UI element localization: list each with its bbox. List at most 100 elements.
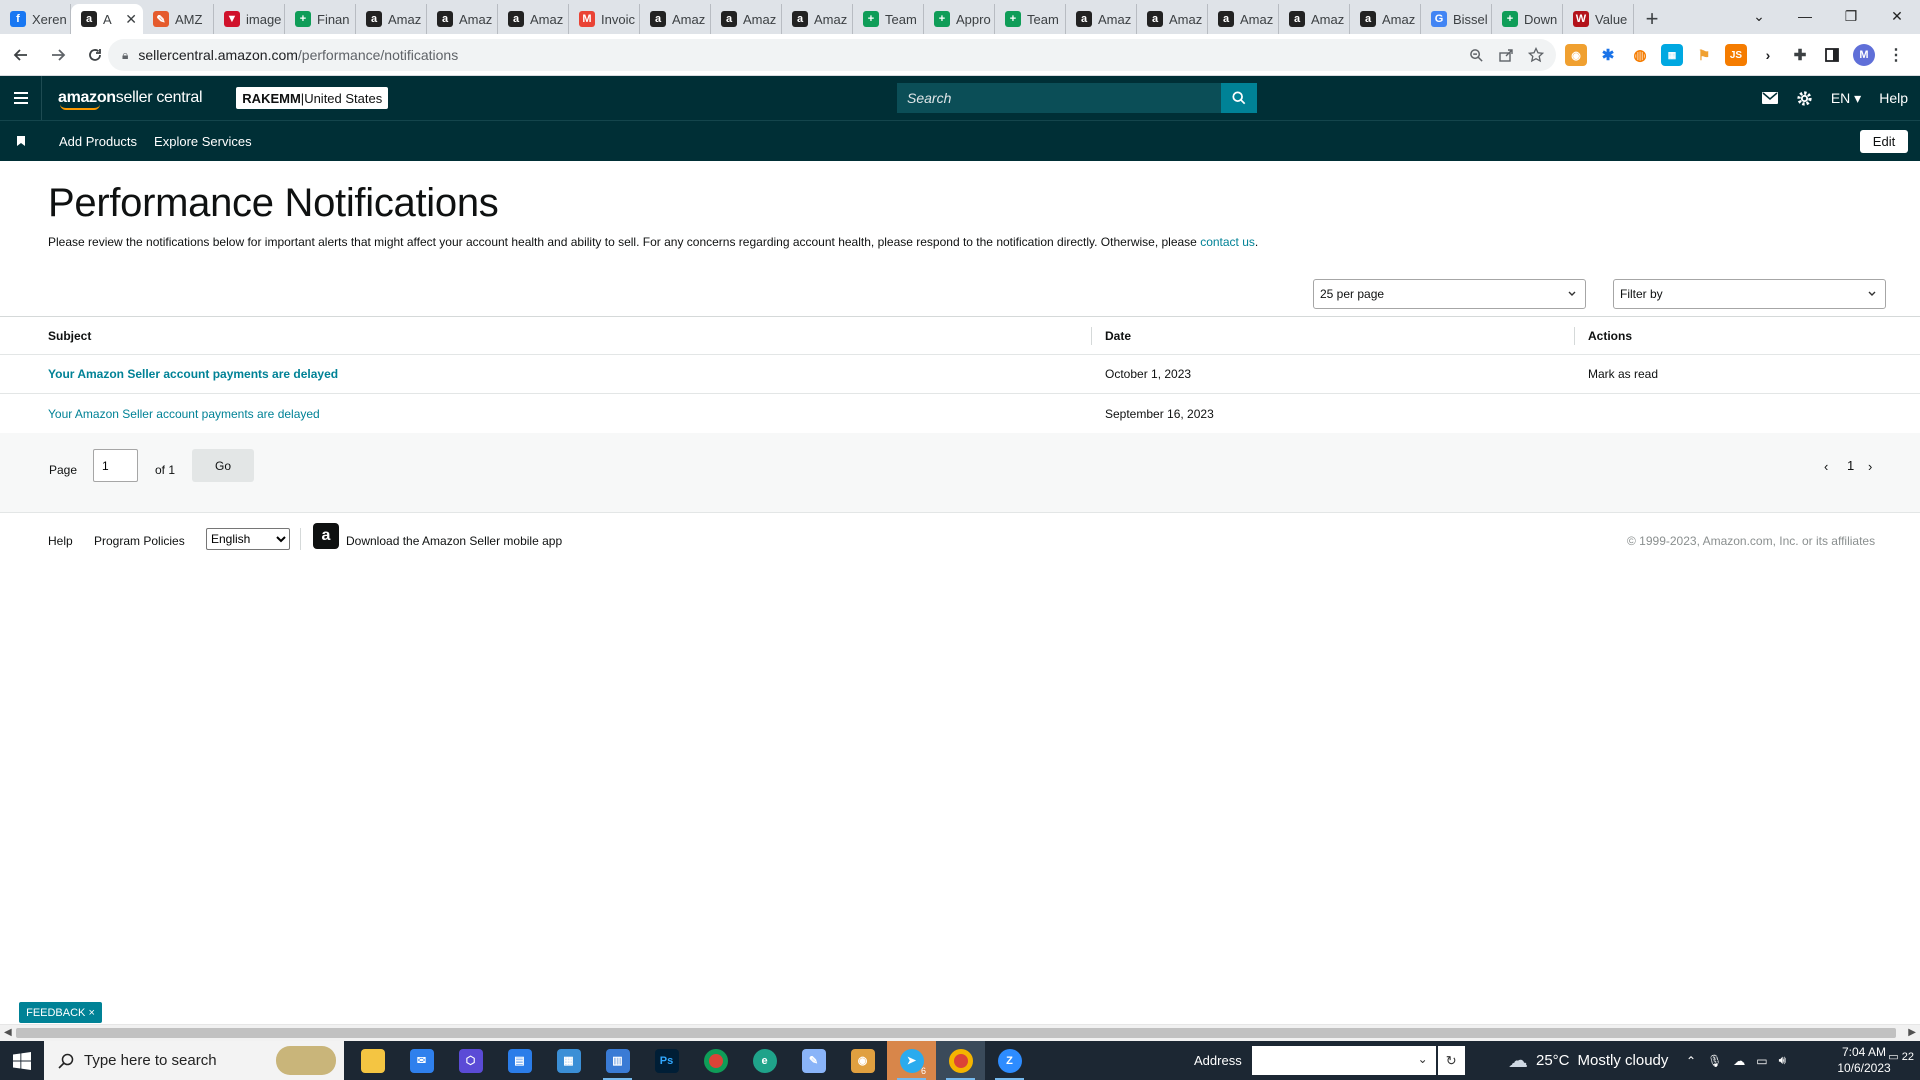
tab-close-icon[interactable]: ✕ [125,11,137,28]
notepad-icon[interactable]: ✎ [789,1041,838,1080]
hamburger-menu-icon[interactable] [0,76,42,120]
footer-program-policies-link[interactable]: Program Policies [94,534,185,548]
browser-menu-icon[interactable]: ⋮ [1885,44,1907,66]
browser-tab[interactable]: a Amaz [498,4,569,34]
extension-icon[interactable]: › [1757,44,1779,66]
minimize-button[interactable]: — [1782,0,1828,32]
extension-icon[interactable]: JS [1725,44,1747,66]
extension-icon[interactable]: ◉ [1565,44,1587,66]
bookmark-star-icon[interactable] [1528,47,1544,63]
browser-tab[interactable]: ✎ AMZ [143,4,214,34]
help-link[interactable]: Help [1879,90,1908,106]
scroll-right-icon[interactable]: ▶ [1908,1027,1916,1038]
calculator-icon[interactable]: ▥ [593,1041,642,1080]
scrollbar-thumb[interactable] [16,1028,1896,1038]
browser-tab[interactable]: a Amaz [1350,4,1421,34]
side-panel-icon[interactable] [1821,44,1843,66]
browser-tab[interactable]: a Amaz [640,4,711,34]
microphone-icon[interactable]: 🎙︎ [1707,1054,1722,1068]
account-switcher[interactable]: RAKEMM | United States [236,87,389,109]
restore-button[interactable]: ❐ [1828,0,1874,32]
notification-subject-link[interactable]: Your Amazon Seller account payments are … [48,407,320,421]
refresh-icon[interactable]: ↻ [1437,1046,1465,1075]
search-input[interactable] [897,83,1221,113]
scroll-left-icon[interactable]: ◀ [4,1027,12,1038]
browser-tab[interactable]: a Amaz [356,4,427,34]
extension-icon[interactable]: ⚑ [1693,44,1715,66]
browser-tab[interactable]: a Amaz [711,4,782,34]
chevron-down-icon[interactable]: ⌄ [1418,1052,1428,1066]
column-header-date[interactable]: Date [1105,329,1131,343]
next-page-icon[interactable]: › [1868,459,1872,474]
bookmark-icon[interactable] [0,136,42,146]
forward-button[interactable] [42,39,74,71]
footer-help-link[interactable]: Help [48,534,73,548]
network-icon[interactable]: ▭ [1756,1054,1767,1068]
new-tab-button[interactable]: + [1634,4,1670,34]
volume-icon[interactable]: 🔊︎ [1779,1053,1787,1068]
amazon-app-icon[interactable]: a [313,523,339,549]
browser-tab[interactable]: a Amaz [1137,4,1208,34]
browser-tab[interactable]: + Appro [924,4,995,34]
language-selector[interactable]: EN ▾ [1831,90,1861,107]
app-icon[interactable]: ▦ [544,1041,593,1080]
current-page-number[interactable]: 1 [1847,458,1854,473]
taskbar-search[interactable]: Type here to search [44,1041,344,1080]
weather-widget[interactable]: ☁ 25°C Mostly cloudy [1508,1041,1668,1080]
browser-tab[interactable]: + Finan [285,4,356,34]
browser-tab[interactable]: a Amaz [782,4,853,34]
contact-us-link[interactable]: contact us [1200,235,1255,249]
browser-tab[interactable]: a Amaz [1066,4,1137,34]
app-icon[interactable]: ⬡ [446,1041,495,1080]
store-icon[interactable]: ▤ [495,1041,544,1080]
feedback-button[interactable]: FEEDBACK × [19,1002,102,1023]
browser-tab[interactable]: M Invoic [569,4,640,34]
notification-subject-link[interactable]: Your Amazon Seller account payments are … [48,367,338,381]
profile-avatar[interactable]: M [1853,44,1875,66]
notification-center-icon[interactable]: ▭ 22 [1888,1050,1914,1063]
browser-tab[interactable]: a Amaz [1279,4,1350,34]
telegram-icon[interactable]: ➤ 6 [887,1041,936,1080]
share-icon[interactable] [1498,47,1514,63]
zoom-icon[interactable] [1469,48,1484,63]
browser-tab[interactable]: a Amaz [1208,4,1279,34]
zoom-app-icon[interactable]: Z [985,1041,1034,1080]
footer-language-select[interactable]: English [206,528,290,550]
mail-app-icon[interactable]: ✉ [397,1041,446,1080]
reload-button[interactable] [79,39,111,71]
browser-tab[interactable]: + Team [995,4,1066,34]
windows-start-icon[interactable] [0,1041,44,1080]
download-app-link[interactable]: Download the Amazon Seller mobile app [346,534,562,548]
browser-tab-active[interactable]: a A ✕ [71,4,143,34]
photoshop-icon[interactable]: Ps [642,1041,691,1080]
nav-add-products[interactable]: Add Products [59,134,137,149]
tab-search-icon[interactable]: ⌄ [1736,0,1782,32]
extension-icon[interactable]: ✱ [1597,44,1619,66]
browser-tab[interactable]: + Team [853,4,924,34]
nav-explore-services[interactable]: Explore Services [154,134,252,149]
browser-tab[interactable]: G Bissel [1421,4,1492,34]
edge-icon[interactable]: e [740,1041,789,1080]
prev-page-icon[interactable]: ‹ [1824,459,1828,474]
address-input[interactable]: ⌄ [1251,1046,1436,1075]
chrome-profile-icon[interactable] [936,1041,985,1080]
seller-central-logo[interactable]: amazon seller central [58,89,203,110]
search-button[interactable] [1221,83,1257,113]
browser-tab[interactable]: ▼ image [214,4,285,34]
onedrive-cloud-icon[interactable]: ☁ [1733,1054,1745,1068]
chrome-icon[interactable] [691,1041,740,1080]
back-button[interactable] [5,39,37,71]
settings-gear-icon[interactable] [1796,90,1813,107]
go-button[interactable]: Go [192,449,254,482]
browser-tab[interactable]: a Amaz [427,4,498,34]
close-window-button[interactable]: ✕ [1874,0,1920,32]
file-explorer-icon[interactable] [348,1041,397,1080]
page-number-input[interactable] [93,449,138,482]
filter-select[interactable]: Filter by [1613,279,1886,309]
browser-tab[interactable]: W Value [1563,4,1634,34]
extensions-puzzle-icon[interactable]: ✚ [1789,44,1811,66]
mail-icon[interactable] [1761,92,1778,104]
extension-icon[interactable]: ◍ [1629,44,1651,66]
edit-bookmarks-button[interactable]: Edit [1860,130,1908,153]
mark-as-read-link[interactable]: Mark as read [1588,367,1658,381]
